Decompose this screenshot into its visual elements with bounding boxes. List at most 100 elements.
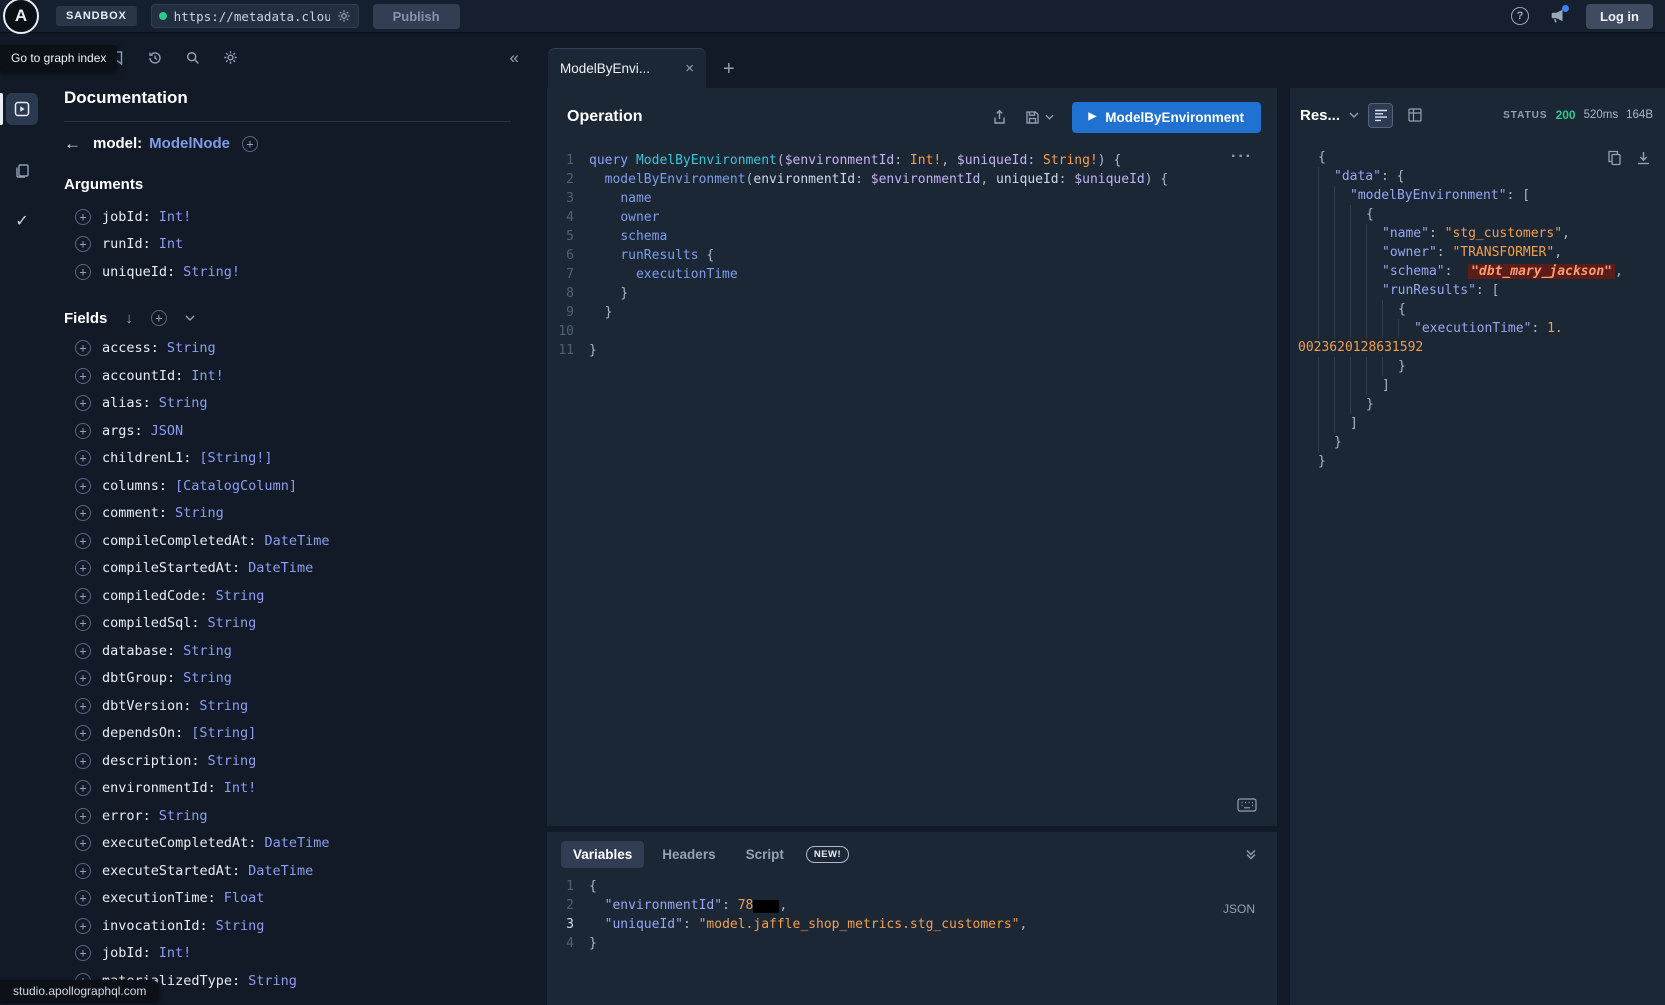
field-type-link[interactable]: DateTime [264,835,329,851]
add-to-query-icon[interactable]: + [75,643,91,659]
add-to-query-icon[interactable]: + [75,236,91,252]
field-type-link[interactable]: JSON [151,423,184,439]
field-type-link[interactable]: [CatalogColumn] [175,478,297,494]
add-to-query-icon[interactable]: + [75,863,91,879]
field-type-link[interactable]: String [159,808,208,824]
endpoint-settings-gear-icon[interactable] [337,9,351,23]
add-to-query-icon[interactable]: + [75,423,91,439]
field-type-link[interactable]: Int [159,236,183,252]
sidebar-item-explorer[interactable] [6,93,38,125]
back-icon[interactable]: ← [64,135,81,152]
operation-editor[interactable]: 1query ModelByEnvironment($environmentId… [547,146,1277,360]
share-operation-icon[interactable] [992,109,1007,125]
add-to-query-icon[interactable]: + [75,588,91,604]
field-type-link[interactable]: Int! [224,780,257,796]
add-to-query-icon[interactable]: + [75,478,91,494]
add-to-query-icon[interactable]: + [75,209,91,225]
operation-more-options-icon[interactable]: ··· [1231,148,1253,166]
add-to-query-icon[interactable]: + [75,670,91,686]
tab-headers[interactable]: Headers [650,841,727,868]
add-to-query-icon[interactable]: + [75,340,91,356]
copy-response-icon[interactable] [1607,150,1622,166]
collapse-bottom-panel-icon[interactable] [1245,849,1257,860]
code-line: "modelByEnvironment": [ [1296,186,1657,205]
field-type-link[interactable]: String [208,753,257,769]
field-type-link[interactable]: DateTime [264,533,329,549]
field-type-link[interactable]: String [248,973,297,989]
add-all-fields-icon[interactable]: + [151,310,167,326]
add-to-query-icon[interactable]: + [75,395,91,411]
close-tab-icon[interactable]: × [685,61,694,76]
field-type-link[interactable]: String [183,670,232,686]
field-type-link[interactable]: String [216,588,265,604]
run-operation-button[interactable]: ▶ ModelByEnvironment [1072,102,1261,133]
endpoint-url-input[interactable]: https://metadata.cloud.get [151,4,359,28]
add-to-query-icon[interactable]: + [75,450,91,466]
code-line: 3 name [547,189,1277,208]
code-line: "name": "stg_customers", [1296,224,1657,243]
add-to-query-icon[interactable]: + [75,753,91,769]
add-to-query-icon[interactable]: + [75,505,91,521]
sort-fields-icon[interactable]: ↓ [125,310,133,327]
type-name-link[interactable]: ModelNode [149,135,230,152]
save-operation-group[interactable] [1025,110,1054,125]
sandbox-badge: SANDBOX [56,6,137,26]
sidebar-item-schema[interactable] [6,155,38,187]
settings-gear-icon[interactable] [223,50,238,65]
tab-variables[interactable]: Variables [561,841,644,868]
tab-script[interactable]: Script [734,841,796,868]
help-icon[interactable]: ? [1511,7,1529,25]
field-type-link[interactable]: DateTime [248,560,313,576]
field-type-link[interactable]: DateTime [248,863,313,879]
field-type-link[interactable]: String [159,395,208,411]
add-to-query-icon[interactable]: + [75,835,91,851]
field-type-link[interactable]: String [216,918,265,934]
response-json-viewer[interactable]: {"data": {"modelByEnvironment": [{"name"… [1290,142,1665,471]
table-icon [1408,108,1422,122]
add-to-query-icon[interactable]: + [75,725,91,741]
field-type-link[interactable]: String [199,698,248,714]
publish-button[interactable]: Publish [373,4,460,29]
field-type-link[interactable]: [String!] [199,450,272,466]
field-type-link[interactable]: String [208,615,257,631]
add-tab-icon[interactable]: + [723,59,735,79]
download-response-icon[interactable] [1636,150,1651,166]
history-icon[interactable] [147,50,163,66]
field-type-link[interactable]: String! [183,264,240,280]
add-to-query-icon[interactable]: + [75,615,91,631]
announcements-icon[interactable] [1549,8,1566,24]
field-type-link[interactable]: [String] [191,725,256,741]
add-type-icon[interactable]: + [242,136,258,152]
add-to-query-icon[interactable]: + [75,368,91,384]
add-to-query-icon[interactable]: + [75,890,91,906]
apollo-logo[interactable]: A [3,0,39,34]
field-type-link[interactable]: String [167,340,216,356]
add-to-query-icon[interactable]: + [75,780,91,796]
add-to-query-icon[interactable]: + [75,264,91,280]
checkmark-icon: ✓ [15,211,28,231]
add-to-query-icon[interactable]: + [75,918,91,934]
add-to-query-icon[interactable]: + [75,945,91,961]
field-type-link[interactable]: Int! [191,368,224,384]
field-type-link[interactable]: String [175,505,224,521]
keyboard-shortcuts-icon[interactable] [1237,798,1257,812]
sidebar-item-checks[interactable]: ✓ [6,205,38,237]
login-button[interactable]: Log in [1586,4,1653,29]
variables-editor[interactable]: 1{2 "environmentId": 78,3 "uniqueId": "m… [547,868,1277,953]
field-type-link[interactable]: Int! [159,209,192,225]
search-icon[interactable] [185,50,201,66]
raw-view-toggle[interactable] [1368,103,1393,128]
field-type-link[interactable]: Float [224,890,265,906]
collapse-panel-icon[interactable]: « [510,49,519,66]
field-type-link[interactable]: String [183,643,232,659]
add-to-query-icon[interactable]: + [75,698,91,714]
add-to-query-icon[interactable]: + [75,533,91,549]
add-to-query-icon[interactable]: + [75,808,91,824]
response-dropdown-chevron-icon[interactable] [1349,112,1359,118]
add-to-query-icon[interactable]: + [75,560,91,576]
field-type-link[interactable]: Int! [159,945,192,961]
table-view-toggle[interactable] [1402,103,1427,128]
chevron-down-icon[interactable] [185,315,195,321]
response-header: Res... STATUS 200 520ms 164B [1290,88,1665,142]
tab-modelbyenvironment[interactable]: ModelByEnvi... × [548,48,706,88]
